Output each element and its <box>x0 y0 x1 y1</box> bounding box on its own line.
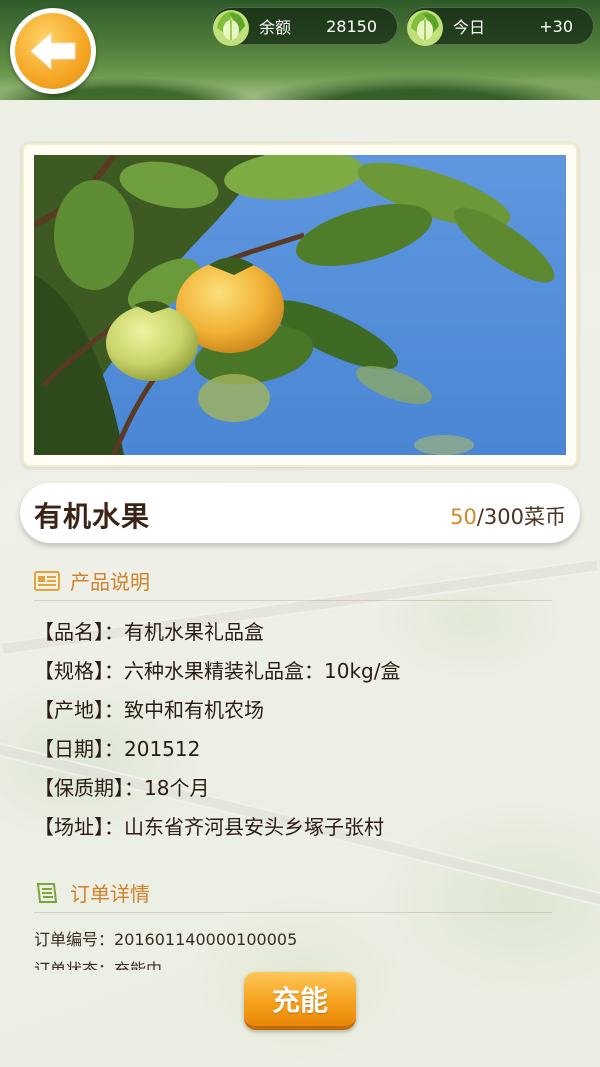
spec-row-name: 【品名】：有机水果礼品盒 <box>34 616 574 655</box>
description-section-header: 产品说明 <box>34 566 150 595</box>
spec-row-shelf-life: 【保质期】：18个月 <box>34 772 574 811</box>
spec-key: 【保质期】 <box>34 776 124 800</box>
spec-sep: ： <box>104 737 124 761</box>
divider <box>34 600 552 601</box>
order-status-row: 订单状态：充能中 <box>34 956 574 970</box>
back-arrow-icon <box>15 13 91 89</box>
spec-key: 【场址】 <box>34 815 104 839</box>
order-status-value: 充能中 <box>114 960 163 970</box>
spec-value: 18个月 <box>144 776 210 800</box>
order-section-header: 订单详情 <box>34 878 150 907</box>
cabbage-icon <box>213 10 249 46</box>
spec-key: 【产地】 <box>34 698 104 722</box>
spec-key: 【日期】 <box>34 737 104 761</box>
document-icon <box>34 570 60 591</box>
order-status-label: 订单状态： <box>34 960 115 970</box>
spec-sep: ： <box>104 659 124 683</box>
spec-sep: ： <box>124 776 144 800</box>
balance-pill: 余额 28150 <box>212 7 398 46</box>
description-title: 产品说明 <box>70 570 150 594</box>
spec-value: 六种水果精装礼品盒：10kg/盒 <box>124 659 401 683</box>
spec-row-origin: 【产地】：致中和有机农场 <box>34 694 574 733</box>
spec-sep: ： <box>104 815 124 839</box>
today-label: 今日 <box>453 18 486 37</box>
order-number-value: 201601140000100005 <box>114 930 298 949</box>
spec-value: 山东省齐河县安头乡塚子张村 <box>124 815 384 839</box>
spec-list: 【品名】：有机水果礼品盒 【规格】：六种水果精装礼品盒：10kg/盒 【产地】：… <box>34 616 574 850</box>
spec-sep: ： <box>104 698 124 722</box>
back-button[interactable] <box>10 8 96 94</box>
spec-row-date: 【日期】：201512 <box>34 733 574 772</box>
spec-value: 有机水果礼品盒 <box>124 620 264 644</box>
product-photo <box>34 155 566 455</box>
spec-key: 【规格】 <box>34 659 104 683</box>
balance-value: 28150 <box>326 16 377 36</box>
order-title: 订单详情 <box>70 882 150 906</box>
product-title-bar: 有机水果 50/300菜币 <box>20 483 580 543</box>
today-pill: 今日 +30 <box>406 7 594 46</box>
price-current: 50 <box>450 505 477 529</box>
spec-key: 【品名】 <box>34 620 104 644</box>
product-price: 50/300菜币 <box>450 501 566 531</box>
spec-value: 致中和有机农场 <box>124 698 264 722</box>
price-total: /300菜币 <box>476 505 566 529</box>
order-number-row: 订单编号：201601140000100005 <box>34 926 574 956</box>
divider <box>34 912 552 913</box>
product-name: 有机水果 <box>34 500 151 533</box>
spec-value: 201512 <box>124 737 201 761</box>
order-number-label: 订单编号： <box>34 930 115 949</box>
spec-row-size: 【规格】：六种水果精装礼品盒：10kg/盒 <box>34 655 574 694</box>
order-list-icon <box>36 882 58 903</box>
cabbage-icon <box>407 10 443 46</box>
spec-sep: ： <box>104 620 124 644</box>
order-details: 订单编号：201601140000100005 订单状态：充能中 <box>34 920 574 970</box>
charge-button[interactable]: 充能 <box>244 972 356 1030</box>
product-photo-card <box>22 143 578 467</box>
spec-row-address: 【场址】：山东省齐河县安头乡塚子张村 <box>34 811 574 850</box>
today-value: +30 <box>539 16 573 36</box>
balance-label: 余额 <box>259 18 292 37</box>
